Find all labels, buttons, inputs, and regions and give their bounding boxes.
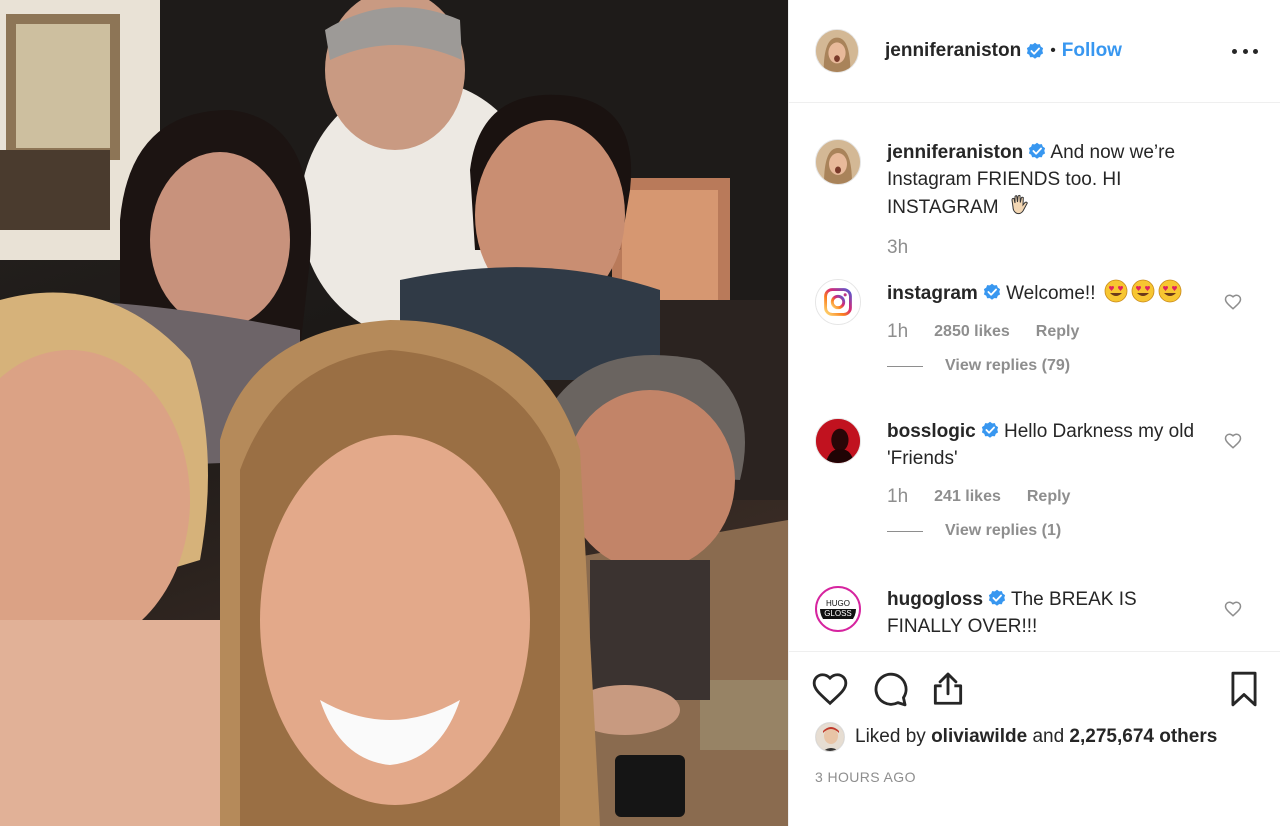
comments-list[interactable]: jenniferaniston And now we’re Instagram … [789,103,1280,651]
comment-like-heart-icon[interactable] [1224,432,1242,450]
liker-avatar-image [816,723,844,751]
caption-meta: 3h [887,237,1256,259]
post-photo[interactable] [0,0,788,826]
hugogloss-logo-text-bottom: GLOSS [820,609,856,619]
comment-text-block: instagram Welcome!! [887,279,1256,307]
share-icon[interactable] [929,670,967,708]
commenter-avatar-hugogloss[interactable]: HUGO GLOSS [815,586,861,632]
post-header: jenniferaniston • Follow [789,0,1280,103]
author-avatar-image [816,30,858,72]
verified-badge-icon [981,421,998,438]
commenter-avatar-instagram[interactable] [815,279,861,325]
comment-time[interactable]: 1h [887,486,908,508]
comment-text-block: hugogloss The BREAK IS FINALLY OVER!!! [887,586,1256,640]
reply-button[interactable]: Reply [1027,488,1071,506]
liker-avatar[interactable] [815,722,845,752]
liked-by-row: Liked by oliviawilde and 2,275,674 other… [815,722,1217,752]
view-replies-button[interactable]: View replies (79) [887,357,1256,375]
view-replies-label: View replies (1) [945,522,1062,539]
comment-username[interactable]: bosslogic [887,421,976,442]
replies-divider-line [887,530,923,532]
comment-like-heart-icon[interactable] [1224,600,1242,618]
liked-by-user[interactable]: oliviawilde [931,726,1027,748]
verified-badge-icon [988,589,1006,606]
more-options-icon[interactable] [1232,38,1258,64]
comment-username[interactable]: hugogloss [887,589,983,610]
post-timestamp[interactable]: 3 HOURS AGO [815,769,916,785]
comment-username[interactable]: instagram [887,283,978,304]
comment-meta: 1h 2850 likes Reply [887,321,1256,343]
comment-icon[interactable] [871,670,909,708]
header-separator: • [1050,42,1056,59]
heart-eyes-emoji-icon [1131,279,1155,303]
liked-by-prefix: Liked by [855,726,926,747]
heart-eyes-emoji-icon [1158,279,1182,303]
view-replies-button[interactable]: View replies (1) [887,522,1256,540]
author-username[interactable]: jenniferaniston [885,40,1021,62]
reply-button[interactable]: Reply [1036,323,1080,341]
liked-by-and: and [1032,726,1065,747]
comment-like-heart-icon[interactable] [1224,293,1242,311]
author-avatar[interactable] [815,29,859,73]
comment-likes[interactable]: 241 likes [934,488,1001,506]
comment-item: bosslogic Hello Darkness my old 'Friends… [815,418,1256,540]
heart-eyes-emoji-icon [1104,279,1128,303]
commenter-avatar-bosslogic[interactable] [815,418,861,464]
caption-time[interactable]: 3h [887,237,908,259]
heart-icon[interactable] [811,670,849,708]
comment-text-block: bosslogic Hello Darkness my old 'Friends… [887,418,1256,472]
comment-likes[interactable]: 2850 likes [934,323,1010,341]
comment-time[interactable]: 1h [887,321,908,343]
follow-button[interactable]: Follow [1062,40,1122,62]
caption-avatar-image [816,140,860,184]
waving-hand-icon [1011,194,1028,215]
group-selfie-image [0,0,788,826]
caption-text-block: jenniferaniston And now we’re Instagram … [887,139,1256,221]
hugogloss-logo-text-top: HUGO [826,599,850,608]
post-side-panel: jenniferaniston • Follow jenniferaniston… [788,0,1280,826]
liked-by-count[interactable]: 2,275,674 others [1069,726,1217,748]
verified-badge-icon [1027,42,1044,59]
view-replies-label: View replies (79) [945,357,1071,374]
bookmark-icon[interactable] [1225,670,1263,708]
comment-text: Welcome!! [1006,283,1096,304]
post-caption: jenniferaniston And now we’re Instagram … [815,139,1256,259]
comment-item: HUGO GLOSS hugogloss The BREAK IS FINALL… [815,586,1256,640]
verified-badge-icon [1029,142,1046,159]
caption-username[interactable]: jenniferaniston [887,142,1023,163]
verified-badge-icon [983,283,1000,300]
comment-item: instagram Welcome!! 1h 2850 likes Reply … [815,279,1256,375]
comment-meta: 1h 241 likes Reply [887,486,1256,508]
post-actions: Liked by oliviawilde and 2,275,674 other… [789,651,1280,826]
replies-divider-line [887,365,923,367]
instagram-logo-icon [816,280,860,324]
caption-author-avatar[interactable] [815,139,861,185]
bosslogic-avatar-image [816,419,860,463]
